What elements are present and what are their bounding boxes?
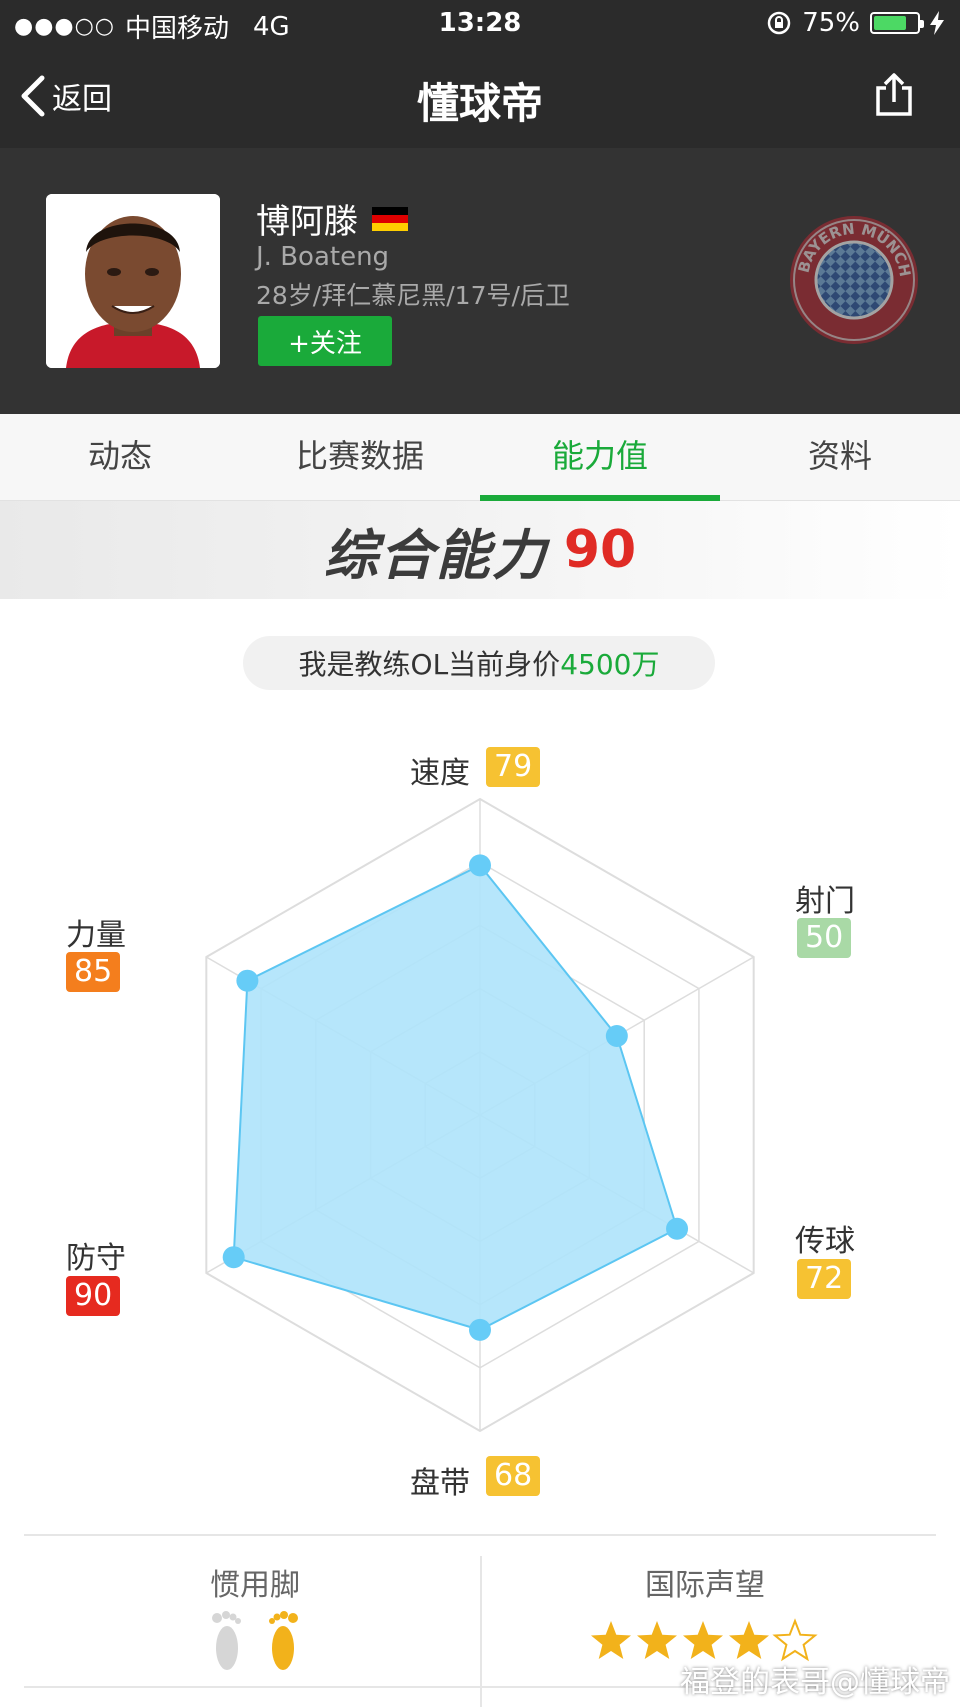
radar-point-1 — [605, 1025, 628, 1047]
radar-label-speed: 速度 — [410, 756, 470, 791]
star-empty-icon — [772, 1618, 818, 1662]
player-name-cn: 博阿滕 — [256, 202, 358, 242]
preferred-foot — [208, 1610, 304, 1678]
nav-bar: 返回 懂球帝 — [0, 46, 960, 148]
radar-point-3 — [469, 1318, 491, 1341]
tab-bar: 动态 比赛数据 能力值 资料 — [0, 414, 960, 501]
star-filled-icon — [637, 1621, 677, 1659]
radar-badge-passing: 72 — [797, 1259, 852, 1299]
watermark: 福登的表哥@懂球帝 — [680, 1665, 950, 1700]
player-info: 28岁/拜仁慕尼黑/17号/后卫 — [256, 281, 570, 310]
ability-radar-chart — [205, 797, 755, 1433]
battery-icon — [870, 12, 924, 34]
player-name-en: J. Boateng — [256, 242, 390, 272]
radar-label-dribbling: 盘带 — [410, 1466, 470, 1501]
radar-label-passing: 传球 — [795, 1224, 855, 1259]
status-bar: ●●●○○ 中国移动 4G 13:28 75% — [0, 0, 960, 46]
radar-label-defense: 防守 — [66, 1241, 126, 1276]
tab-match-stats[interactable]: 比赛数据 — [240, 414, 480, 500]
follow-button[interactable]: +关注 — [258, 316, 392, 366]
star-filled-icon — [591, 1621, 631, 1659]
player-avatar — [46, 194, 220, 368]
left-foot-icon — [212, 1611, 241, 1670]
column-divider — [480, 1556, 482, 1707]
battery-percent: 75% — [802, 8, 860, 38]
charging-icon — [930, 11, 944, 35]
radar-point-2 — [666, 1217, 689, 1240]
reputation-title: 国际声望 — [645, 1568, 765, 1603]
share-button[interactable] — [872, 72, 916, 122]
germany-flag-icon — [372, 206, 408, 231]
divider — [24, 1534, 936, 1536]
overall-label: 综合能力 — [323, 523, 548, 587]
star-filled-icon — [683, 1621, 723, 1659]
radar-badge-shooting: 50 — [797, 918, 852, 958]
radar-data-area — [232, 864, 679, 1331]
radar-label-strength: 力量 — [66, 918, 126, 953]
star-filled-icon — [729, 1621, 769, 1659]
share-icon — [876, 73, 912, 116]
app-title: 懂球帝 — [416, 79, 543, 128]
radar-badge-dribbling: 68 — [486, 1456, 541, 1496]
market-value-prefix: 我是教练OL当前身价 — [298, 648, 561, 681]
right-foot-icon — [269, 1611, 298, 1670]
overall-value: 90 — [563, 520, 637, 580]
radar-badge-strength: 85 — [66, 952, 121, 992]
market-value-pill[interactable]: 我是教练OL当前身价 4500万 — [243, 636, 715, 690]
overall-rating: 综合能力 90 — [0, 501, 960, 599]
tab-profile[interactable]: 资料 — [720, 414, 960, 500]
radar-point-5 — [236, 969, 259, 992]
tab-feed[interactable]: 动态 — [0, 414, 240, 500]
radar-point-4 — [222, 1246, 245, 1269]
club-logo: FC BAYERN MÜNCHEN — [780, 198, 922, 352]
market-value-amount: 4500万 — [560, 648, 660, 681]
radar-point-0 — [469, 854, 491, 877]
tab-ability[interactable]: 能力值 — [480, 414, 720, 501]
player-name: 博阿滕 — [256, 194, 408, 243]
radar-badge-speed: 79 — [486, 747, 541, 787]
rotation-lock-icon — [767, 11, 791, 35]
player-header: 博阿滕 J. Boateng 28岁/拜仁慕尼黑/17号/后卫 +关注 FC B… — [0, 148, 960, 414]
radar-badge-defense: 90 — [66, 1276, 121, 1316]
preferred-foot-title: 惯用脚 — [210, 1568, 300, 1603]
radar-label-shooting: 射门 — [795, 884, 855, 919]
